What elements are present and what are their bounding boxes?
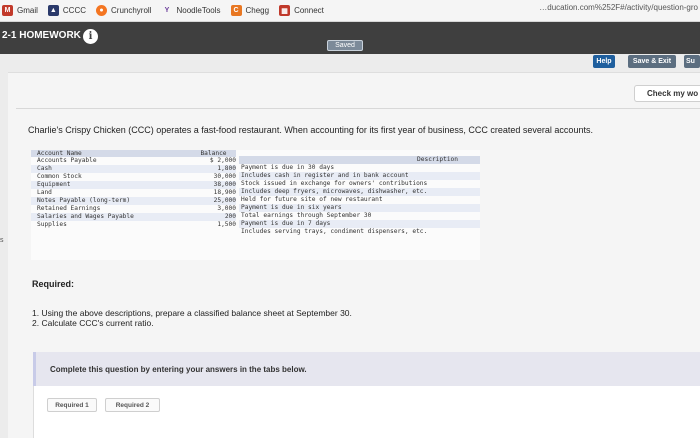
accounts-table: Account Name Accounts Payable Cash Commo…	[31, 150, 480, 260]
table-cell: 30,000	[213, 173, 236, 180]
table-cell: Notes Payable (long-term)	[31, 197, 191, 205]
table-cell: Cash	[31, 165, 191, 173]
bookmark-label: Crunchyroll	[111, 6, 152, 15]
table-cell: Total earnings through September 30	[241, 212, 372, 219]
bookmarks-bar: M Gmail ▲ CCCC ● Crunchyroll Y NoodleToo…	[0, 0, 700, 22]
homework-header: 2-1 HOMEWORK i Saved	[0, 22, 700, 54]
bookmark-crunchyroll[interactable]: ● Crunchyroll	[96, 5, 151, 16]
table-cell: 18,900	[213, 189, 236, 196]
table-cell: Payment is due in 30 days	[241, 164, 335, 171]
bookmark-label: Connect	[294, 6, 324, 15]
table-cell: 25,000	[191, 197, 236, 205]
table-cell: 3,000	[217, 205, 236, 212]
table-cell: Salaries and Wages Payable	[31, 213, 191, 221]
instructions-text: Complete this question by entering your …	[50, 364, 307, 374]
instructions-box: Complete this question by entering your …	[33, 352, 700, 386]
table-cell: 1,800	[191, 165, 236, 173]
tab-required-1[interactable]: Required 1	[47, 398, 97, 412]
bookmark-cccc[interactable]: ▲ CCCC	[47, 5, 86, 16]
bookmark-label: Gmail	[17, 6, 38, 15]
table-cell: Stock issued in exchange for owners' con…	[241, 180, 428, 187]
table-cell: Payment is due in six years	[239, 204, 480, 212]
table-cell: Includes serving trays, condiment dispen…	[241, 228, 428, 235]
save-exit-button[interactable]: Save & Exit	[628, 55, 676, 68]
app-icon: ▲	[47, 5, 59, 16]
connect-icon: ▦	[279, 5, 291, 16]
table-cell: Retained Earnings	[37, 205, 101, 212]
bookmark-chegg[interactable]: C Chegg	[230, 5, 270, 16]
required-item: 1. Using the above descriptions, prepare…	[32, 308, 352, 318]
table-cell: Includes deep fryers, microwaves, dishwa…	[239, 188, 480, 196]
bookmark-gmail[interactable]: M Gmail	[2, 5, 38, 16]
divider	[16, 108, 700, 109]
bookmark-label: CCCC	[62, 6, 86, 15]
bookmark-noodletools[interactable]: Y NoodleTools	[161, 5, 221, 16]
table-cell: Land	[37, 189, 52, 196]
info-icon[interactable]: i	[83, 29, 98, 44]
check-my-work-button[interactable]: Check my wo	[634, 85, 700, 102]
url-fragment: …ducation.com%252F#/activity/question-gr…	[539, 3, 698, 12]
help-button[interactable]: Help	[593, 55, 615, 68]
table-cell: Payment is due in 7 days	[239, 220, 480, 228]
balance-column: Balance $ 2,000 1,800 30,000 38,000 18,9…	[191, 150, 236, 229]
submit-button[interactable]: Su	[684, 55, 700, 68]
table-cell: Accounts Payable	[37, 157, 97, 164]
table-cell: Common Stock	[37, 173, 82, 180]
table-cell: 38,000	[191, 181, 236, 189]
crunchyroll-icon: ●	[96, 5, 107, 16]
table-cell: 1,500	[217, 221, 236, 228]
chegg-icon: C	[230, 5, 242, 16]
noodletools-icon: Y	[164, 7, 170, 14]
page-title: 2-1 HOMEWORK	[2, 30, 81, 41]
table-cell: 200	[191, 213, 236, 221]
required-heading: Required:	[32, 279, 75, 289]
balance-header: Balance	[191, 150, 236, 157]
tabs-area: Required 1 Required 2	[33, 386, 700, 438]
description-column: Description Payment is due in 30 days In…	[239, 150, 480, 236]
side-label: s	[0, 237, 4, 244]
question-intro: Charlie's Crispy Chicken (CCC) operates …	[28, 125, 593, 135]
table-cell: Includes cash in register and in bank ac…	[239, 172, 480, 180]
account-name-header: Account Name	[31, 150, 191, 157]
description-header: Description	[239, 156, 480, 164]
saved-status-badge: Saved	[327, 40, 363, 51]
table-cell: Equipment	[31, 181, 191, 189]
table-cell: $ 2,000	[209, 157, 236, 164]
required-item: 2. Calculate CCC's current ratio.	[32, 318, 154, 328]
table-cell: Held for future site of new restaurant	[241, 196, 383, 203]
tab-required-2[interactable]: Required 2	[105, 398, 160, 412]
gmail-icon: M	[2, 5, 13, 16]
bookmark-label: Chegg	[245, 6, 270, 15]
bookmark-connect[interactable]: ▦ Connect	[279, 5, 324, 16]
table-cell: Supplies	[37, 221, 67, 228]
account-name-column: Account Name Accounts Payable Cash Commo…	[31, 150, 191, 229]
bookmark-label: NoodleTools	[176, 6, 221, 15]
